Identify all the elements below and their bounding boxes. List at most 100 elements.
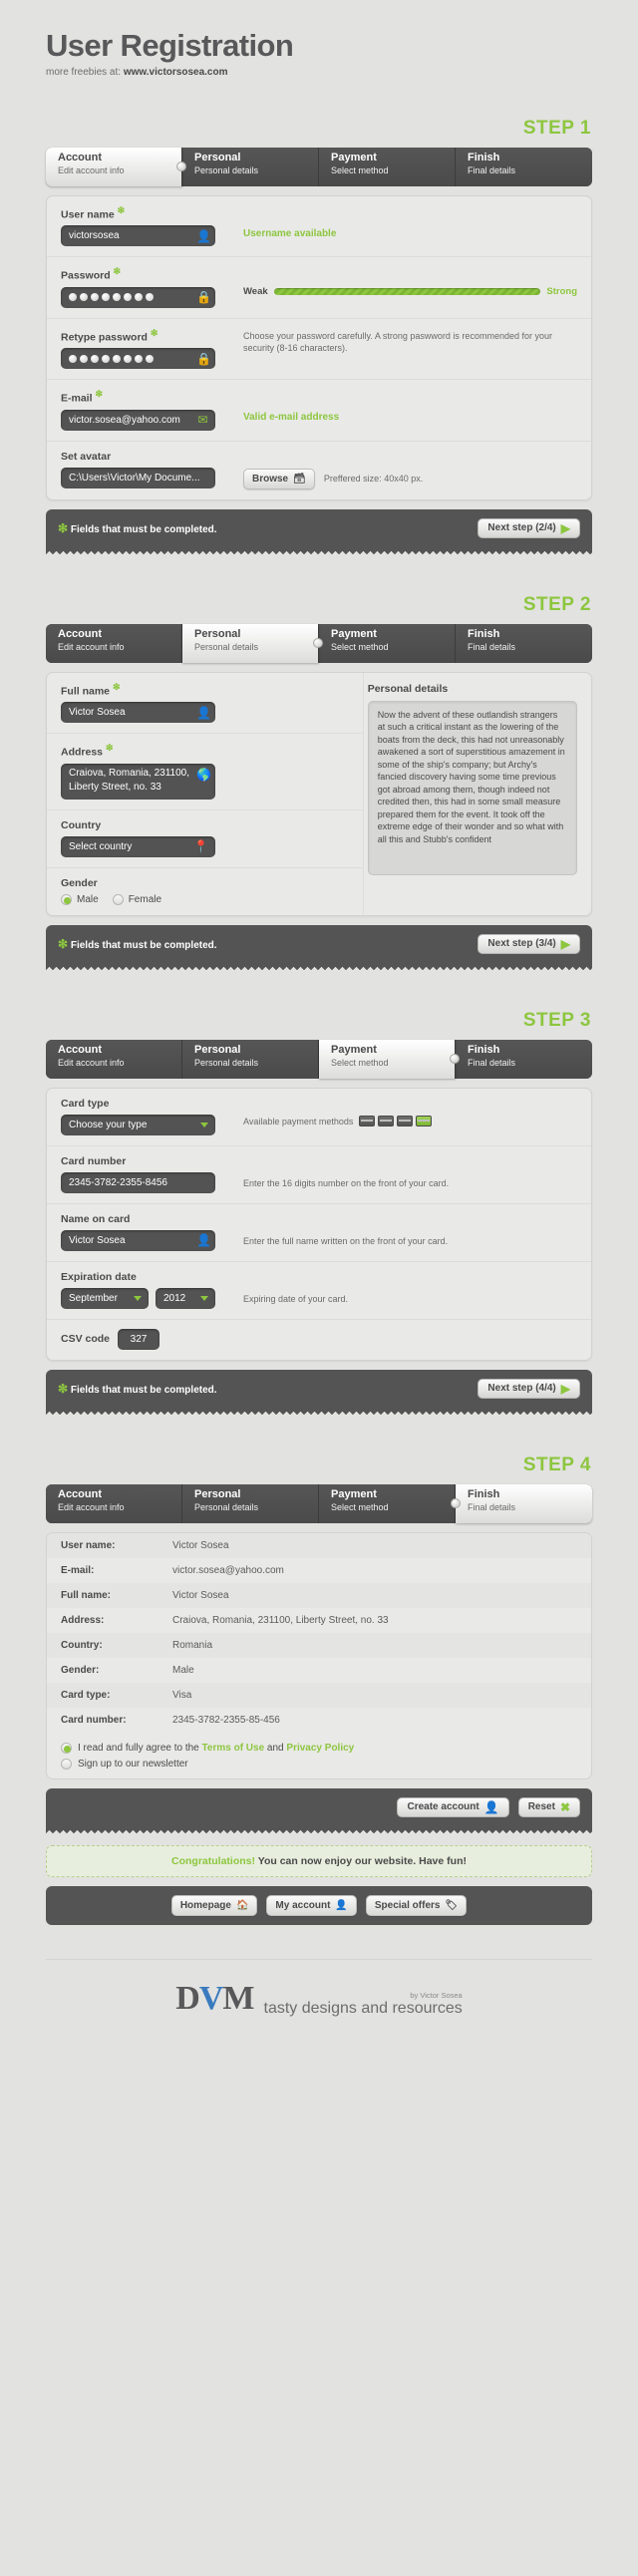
- table-row: Country: Romania: [47, 1632, 591, 1658]
- next-step-button-1[interactable]: Next step (2/4) ▶: [478, 517, 580, 538]
- csv-label: CSV code: [61, 1333, 111, 1346]
- tab-finish[interactable]: Finish Final details: [451, 1483, 592, 1523]
- tab-account-sub: Edit account info: [58, 1501, 125, 1512]
- tab-payment-sub: Select method: [331, 641, 389, 652]
- username-input[interactable]: victorsosea 👤: [61, 225, 215, 247]
- summary-key: Address:: [61, 1614, 105, 1626]
- reset-button[interactable]: Reset ✖: [517, 1796, 580, 1817]
- step-3-required-note: ❇ Fields that must be completed.: [58, 1381, 217, 1396]
- browse-label: Browse: [252, 473, 289, 484]
- fullname-input[interactable]: Victor Sosea 👤: [61, 702, 215, 724]
- privacy-policy-link[interactable]: Privacy Policy: [286, 1743, 354, 1754]
- step-1-panel: User name ❇ victorsosea 👤 Username avail…: [46, 194, 592, 500]
- strength-strong-label: Strong: [546, 286, 577, 298]
- subtitle-site-link[interactable]: www.victorsosea.com: [124, 67, 228, 78]
- avatar-path-value: C:\Users\Victor\My Docume...: [69, 472, 200, 483]
- step-4-label: STEP 4: [522, 1453, 591, 1475]
- tab-personal[interactable]: Personal Personal details: [182, 1039, 319, 1079]
- tab-knob-icon: [451, 1498, 461, 1509]
- tab-payment[interactable]: Payment Select method: [319, 623, 456, 663]
- step-3-label: STEP 3: [522, 1009, 591, 1031]
- address-textarea[interactable]: Craiova, Romania, 231100, Liberty Street…: [61, 763, 215, 800]
- special-offers-button[interactable]: Special offers 🏷: [365, 1894, 468, 1916]
- tab-payment[interactable]: Payment Select method: [319, 1483, 456, 1523]
- name-on-card-value: Victor Sosea: [69, 1234, 126, 1246]
- tab-finish-title: Finish: [468, 1487, 500, 1500]
- csv-row: CSV code 327: [47, 1320, 591, 1360]
- next-step-button-2[interactable]: Next step (3/4) ▶: [478, 933, 580, 954]
- homepage-button[interactable]: Homepage 🏠: [170, 1894, 258, 1916]
- card-number-input[interactable]: 2345-3782-2355-8456: [61, 1171, 215, 1193]
- tab-account[interactable]: Account Edit account info: [46, 623, 182, 663]
- password-input[interactable]: 🔒: [61, 286, 215, 308]
- step-1-label: STEP 1: [522, 117, 591, 139]
- create-account-button[interactable]: Create account 👤: [397, 1796, 509, 1817]
- tab-account[interactable]: Account Edit account info: [46, 1483, 182, 1523]
- next-step-button-3[interactable]: Next step (4/4) ▶: [478, 1378, 580, 1399]
- name-on-card-input[interactable]: Victor Sosea 👤: [61, 1229, 215, 1251]
- tab-payment[interactable]: Payment Select method: [319, 1039, 460, 1079]
- expiration-year-select[interactable]: 2012: [156, 1287, 215, 1309]
- fullname-row: Full name ❇ Victor Sosea 👤: [47, 673, 363, 735]
- congratulations-banner: Congratulations! You can now enjoy our w…: [46, 1844, 592, 1877]
- congrats-emphasis: Congratulations!: [171, 1854, 255, 1867]
- tab-account-sub: Edit account info: [58, 164, 125, 175]
- tab-finish[interactable]: Finish Final details: [456, 623, 592, 663]
- email-label: E-mail ❇: [61, 389, 103, 405]
- card-number-label: Card number: [61, 1154, 127, 1167]
- step-3-panel: Card type Choose your type Available pay…: [46, 1087, 592, 1361]
- email-input[interactable]: victor.sosea@yahoo.com ✉: [61, 409, 215, 431]
- tab-finish[interactable]: Finish Final details: [456, 147, 592, 186]
- name-on-card-label: Name on card: [61, 1212, 131, 1225]
- newsletter-option[interactable]: Sign up to our newsletter: [61, 1758, 577, 1770]
- tab-personal[interactable]: Personal Personal details: [182, 623, 323, 663]
- table-row: User name: Victor Sosea: [47, 1532, 591, 1558]
- chevron-down-icon: [200, 1123, 208, 1128]
- table-row: Address: Craiova, Romania, 231100, Liber…: [47, 1608, 591, 1633]
- retype-password-label: Retype password ❇: [61, 327, 159, 344]
- tab-payment[interactable]: Payment Select method: [319, 147, 456, 186]
- summary-key: E-mail:: [61, 1564, 95, 1576]
- zigzag-edge: [46, 1407, 592, 1415]
- required-icon: ❇: [117, 204, 126, 215]
- card-type-select[interactable]: Choose your type: [61, 1114, 215, 1135]
- retype-password-row: Retype password ❇ 🔒 Choose your password…: [47, 319, 591, 381]
- tab-personal[interactable]: Personal Personal details: [182, 1483, 319, 1523]
- username-value: victorsosea: [69, 230, 120, 242]
- my-account-button[interactable]: My account 👤: [266, 1894, 357, 1916]
- retype-password-input[interactable]: 🔒: [61, 348, 215, 370]
- gender-option-female[interactable]: Female: [112, 893, 161, 905]
- password-hint: Choose your password carefully. A strong…: [243, 330, 552, 353]
- fullname-label: Full name ❇: [61, 681, 121, 698]
- country-select[interactable]: Select country 📍: [61, 835, 215, 857]
- avatar-path-input[interactable]: C:\Users\Victor\My Docume...: [61, 467, 215, 488]
- step-3-section: Account Edit account info Personal Perso…: [0, 1039, 638, 1415]
- tab-account[interactable]: Account Edit account info: [46, 1039, 182, 1079]
- summary-key: Card number:: [61, 1714, 127, 1726]
- retype-masked-value: [69, 354, 154, 363]
- newsletter-label: Sign up to our newsletter: [78, 1758, 188, 1770]
- summary-value: victor.sosea@yahoo.com: [172, 1564, 284, 1576]
- step-2-tabs: Account Edit account info Personal Perso…: [46, 623, 592, 663]
- tab-payment-title: Payment: [331, 1043, 377, 1056]
- summary-value: Visa: [172, 1689, 192, 1701]
- step-4-footer-bar: Create account 👤 Reset ✖: [46, 1787, 592, 1826]
- csv-input[interactable]: 327: [118, 1328, 160, 1350]
- summary-value: 2345-3782-2355-85-456: [172, 1714, 280, 1726]
- folder-icon: 🗃: [293, 473, 306, 484]
- step-4-tabs: Account Edit account info Personal Perso…: [46, 1483, 592, 1523]
- tab-finish[interactable]: Finish Final details: [456, 1039, 592, 1079]
- email-value: victor.sosea@yahoo.com: [69, 414, 180, 426]
- next-step-label-3: Next step (4/4): [487, 1383, 556, 1395]
- password-masked-value: [69, 293, 154, 302]
- gender-row: Gender Male Female: [47, 868, 363, 915]
- browse-button[interactable]: Browse 🗃: [243, 468, 315, 489]
- gender-option-male[interactable]: Male: [61, 893, 99, 905]
- terms-agree-option[interactable]: I read and fully agree to the Terms of U…: [61, 1742, 577, 1754]
- expiration-month-select[interactable]: September: [61, 1287, 149, 1309]
- expiration-hint: Expiring date of your card.: [243, 1293, 349, 1304]
- congrats-text: You can now enjoy our website. Have fun!: [255, 1854, 467, 1867]
- tab-personal[interactable]: Personal Personal details: [182, 147, 319, 186]
- tab-account[interactable]: Account Edit account info: [46, 147, 186, 186]
- terms-of-use-link[interactable]: Terms of Use: [202, 1743, 265, 1754]
